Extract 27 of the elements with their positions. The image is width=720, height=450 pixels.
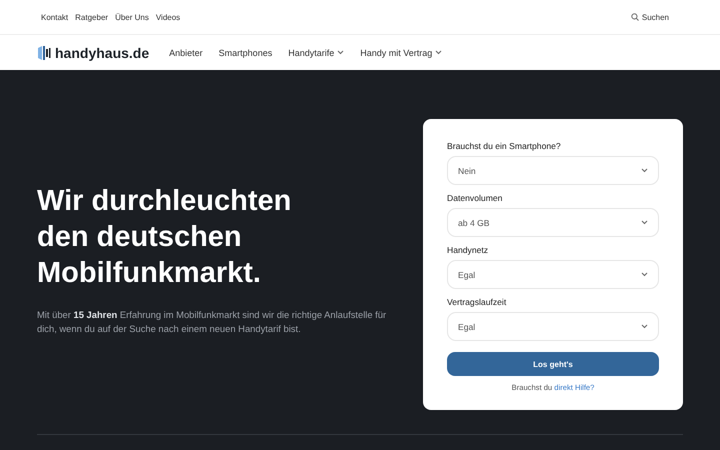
search-icon bbox=[630, 13, 639, 21]
logo-text[interactable]: handyhaus.de bbox=[55, 44, 150, 60]
select-field[interactable]: Nein bbox=[447, 156, 659, 185]
top-link[interactable]: Ratgeber bbox=[75, 12, 108, 22]
top-link[interactable]: Über Uns bbox=[115, 12, 149, 22]
select-field[interactable]: Egal bbox=[447, 312, 659, 341]
nav-link[interactable]: Handy mit Vertrag bbox=[360, 48, 442, 58]
chevron-down-icon bbox=[641, 272, 648, 277]
field-label: Datenvolumen bbox=[447, 193, 504, 203]
select-field[interactable]: Egal bbox=[447, 260, 659, 289]
chevron-down-icon bbox=[641, 220, 648, 225]
top-link[interactable]: Videos bbox=[156, 12, 180, 22]
nav-link[interactable]: Anbieter bbox=[169, 48, 203, 58]
field-label: Handynetz bbox=[447, 245, 490, 255]
hero-intro: Mit über 15 Jahren Erfahrung im Mobilfunkmarkt sind wir die richtige Anlaufstelle für dich, wenn du auf der Suche nach einem neuen Handytarif bist. bbox=[37, 308, 388, 336]
logo-icon bbox=[37, 44, 51, 60]
top-link[interactable]: Kontakt bbox=[41, 12, 68, 22]
select-field[interactable]: ab 4 GB bbox=[447, 208, 659, 237]
nav-link[interactable]: Handytarife bbox=[288, 48, 344, 58]
submit-button[interactable]: Los geht's bbox=[447, 352, 659, 376]
chevron-down-icon bbox=[641, 324, 648, 329]
chevron-down-icon bbox=[641, 168, 648, 173]
search-button[interactable]: Suchen bbox=[630, 12, 669, 22]
field-label: Vertragslaufzeit bbox=[447, 297, 508, 307]
hero-headline: Wir durchleuchten den deutschen Mobilfunkmarkt. bbox=[37, 184, 292, 291]
nav-link[interactable]: Smartphones bbox=[218, 48, 272, 58]
field-label: Brauchst du ein Smartphone? bbox=[447, 141, 562, 151]
